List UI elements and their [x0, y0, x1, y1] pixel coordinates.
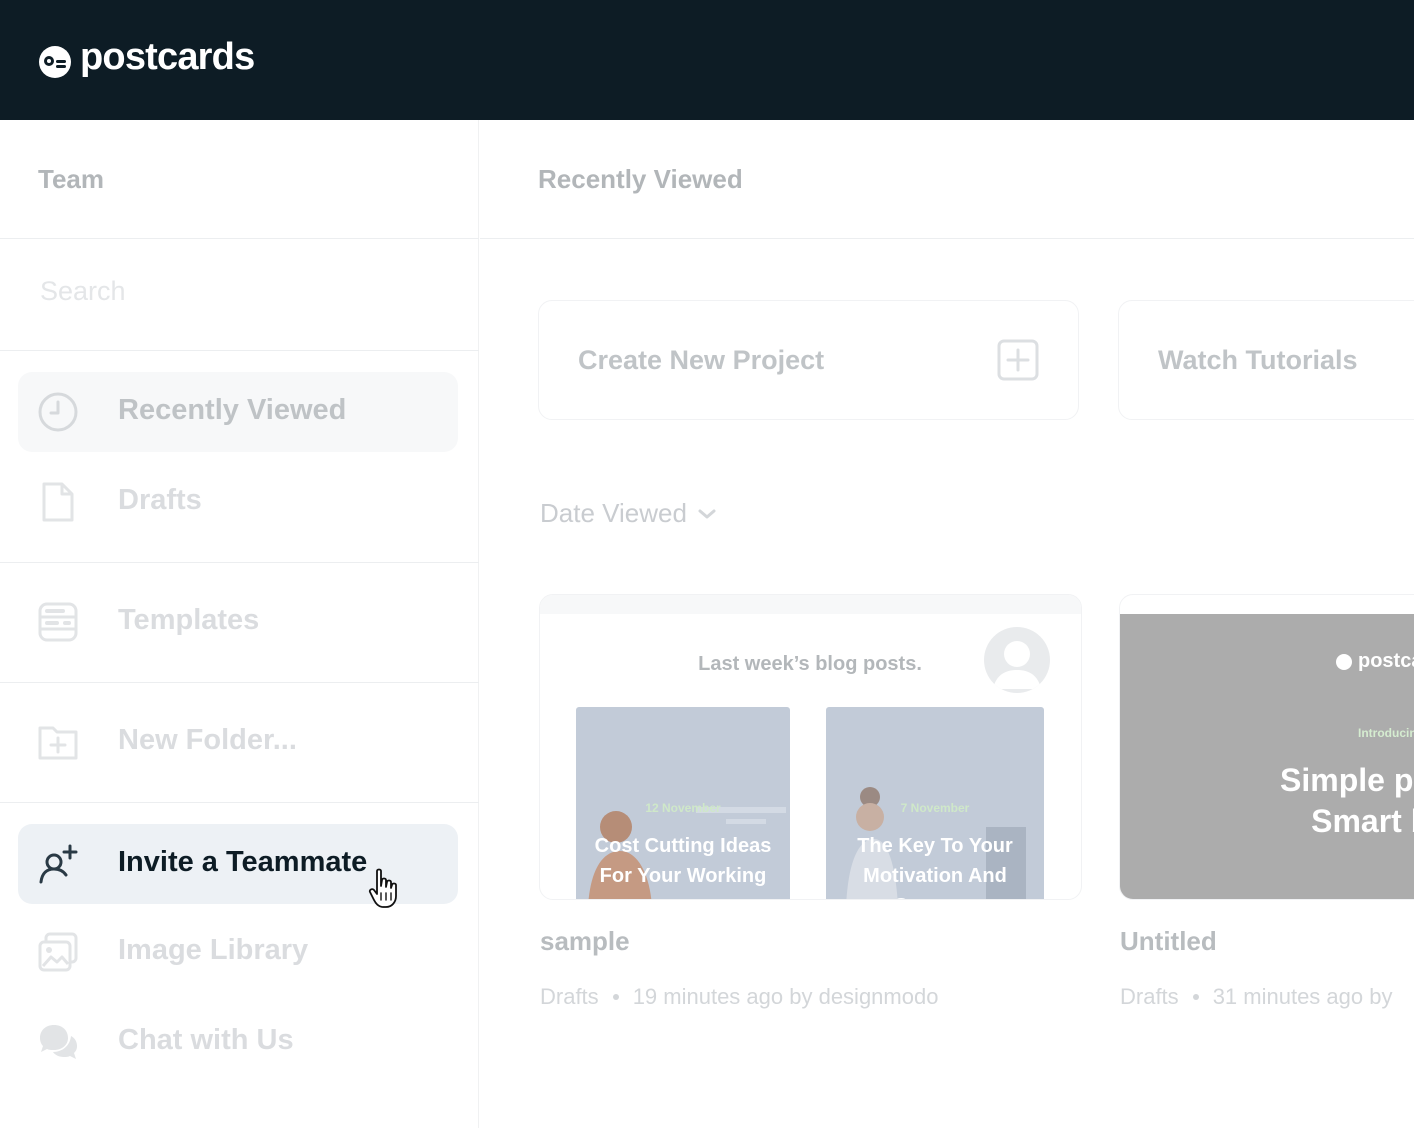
document-icon — [42, 482, 74, 522]
chat-icon — [40, 1025, 77, 1059]
post-title: Cost Cutting Ideas For Your Working — [594, 835, 772, 887]
project-name[interactable]: Untitled — [1120, 926, 1217, 957]
project-name[interactable]: sample — [540, 926, 630, 957]
sidebar-item-label: Templates — [118, 604, 260, 636]
chevron-down-icon — [698, 509, 716, 518]
plus-square-icon — [997, 339, 1039, 381]
main-content: Recently Viewed Create New Project Watch… — [480, 120, 1414, 1128]
page-title: Recently Viewed — [538, 164, 743, 194]
sidebar-item-templates[interactable]: Templates — [18, 582, 458, 662]
project-thumbnail-sample[interactable]: Last week’s blog posts. 12 November Cost… — [539, 594, 1082, 900]
sidebar-item-label: Recently Viewed — [118, 394, 347, 426]
sidebar-item-new-folder[interactable]: New Folder... — [18, 702, 458, 782]
thumbnail-strip — [540, 595, 1081, 614]
sort-dropdown[interactable]: Date Viewed — [540, 498, 717, 529]
preview-post-card: 12 November Cost Cutting Ideas For Your … — [576, 707, 790, 899]
divider — [0, 238, 479, 239]
team-label: Team — [38, 164, 104, 194]
folder-plus-icon — [38, 726, 78, 760]
brand-name: postcards — [80, 36, 255, 78]
clock-icon — [38, 392, 78, 432]
divider — [480, 238, 1414, 239]
preview-logo: postcards — [1336, 650, 1414, 673]
sidebar-item-label: Chat with Us — [118, 1024, 294, 1056]
postcards-logo-icon — [39, 45, 71, 78]
preview-logo-text: postcards — [1358, 650, 1414, 672]
preview-heading-line: Simple postcards. — [1280, 762, 1414, 798]
sidebar-item-label: Invite a Teammate — [118, 846, 368, 878]
separator-dot — [612, 994, 619, 1000]
post-date: 12 November — [645, 801, 721, 815]
logo-dot-icon — [1336, 653, 1352, 670]
sidebar-item-image-library[interactable]: Image Library — [18, 912, 458, 992]
project-time: 19 minutes ago by designmodo — [632, 984, 939, 1009]
search-input[interactable] — [40, 276, 440, 307]
divider — [0, 350, 479, 351]
divider — [0, 802, 479, 803]
preview-heading-line: Smart builder. — [1311, 803, 1414, 839]
preview-intro: Introducing — [1358, 726, 1414, 740]
project-time: 31 minutes ago by — [1212, 984, 1393, 1009]
post-date: 7 November — [900, 801, 970, 815]
sidebar-item-drafts[interactable]: Drafts — [18, 462, 458, 542]
preview-heading: Simple postcards. Smart builder. — [1280, 760, 1414, 842]
brand-logo[interactable]: postcards — [38, 36, 255, 79]
project-meta: Drafts 31 minutes ago by — [1120, 984, 1392, 1010]
project-folder: Drafts — [1120, 984, 1179, 1009]
create-project-button[interactable]: Create New Project — [538, 300, 1079, 420]
sidebar-item-label: Drafts — [118, 484, 202, 516]
email-preview: postcards Introducing Simple postcards. … — [1120, 614, 1414, 899]
avatar — [984, 627, 1050, 693]
project-meta: Drafts 19 minutes ago by designmodo — [540, 984, 938, 1010]
sort-label: Date Viewed — [540, 498, 687, 528]
watch-tutorials-button[interactable]: Watch Tutorials — [1118, 300, 1414, 420]
sidebar: Team Recently Viewed Drafts Templates — [0, 120, 479, 1128]
watch-tutorials-label: Watch Tutorials — [1158, 345, 1358, 375]
sidebar-item-label: Image Library — [118, 934, 309, 966]
sidebar-item-chat[interactable]: Chat with Us — [18, 1002, 458, 1082]
avatar-placeholder-icon — [993, 641, 1041, 689]
templates-icon — [38, 602, 78, 642]
create-project-label: Create New Project — [578, 345, 825, 375]
preview-post-card: 7 November The Key To Your Motivation An… — [826, 707, 1044, 899]
image-library-icon — [38, 932, 78, 972]
separator-dot — [1192, 994, 1199, 1000]
add-user-icon — [39, 844, 78, 884]
project-thumbnail-untitled[interactable]: postcards Introducing Simple postcards. … — [1119, 594, 1414, 900]
pointer-cursor-icon — [368, 868, 397, 908]
sidebar-item-recently-viewed[interactable]: Recently Viewed — [18, 372, 458, 452]
post-title: The Key To Your Motivation And Success — [857, 835, 1013, 899]
divider — [0, 562, 479, 563]
sidebar-item-label: New Folder... — [118, 724, 297, 756]
project-folder: Drafts — [540, 984, 599, 1009]
top-bar: postcards — [0, 0, 1414, 120]
divider — [0, 682, 479, 683]
